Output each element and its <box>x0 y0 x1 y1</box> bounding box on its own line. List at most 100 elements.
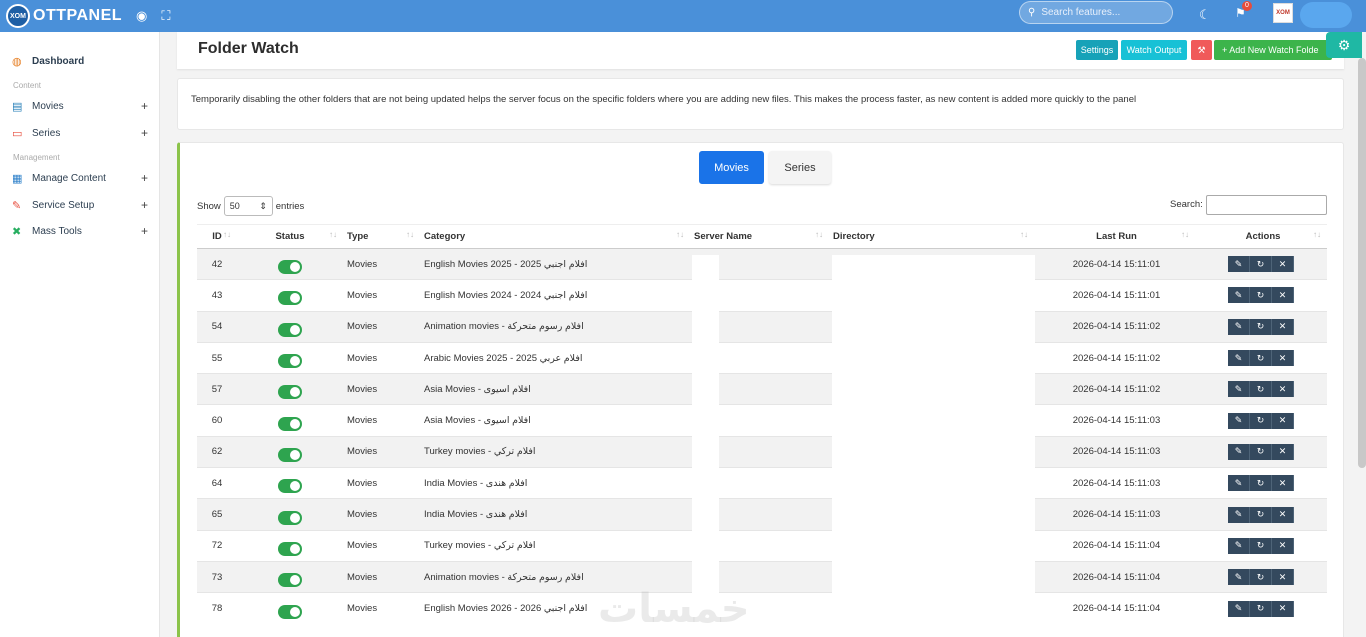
edit-icon[interactable]: ✎ <box>1228 537 1250 554</box>
delete-icon[interactable]: ✕ <box>1272 600 1294 617</box>
delete-icon[interactable]: ✕ <box>1272 475 1294 492</box>
cell-actions: ✎ ↻ ✕ <box>1195 467 1327 499</box>
user-avatar[interactable]: XOM <box>1273 3 1293 23</box>
tab-series[interactable]: Series <box>769 151 831 184</box>
sidebar-item-mass-tools[interactable]: ✖ Mass Tools + <box>0 221 160 241</box>
add-watch-folder-button[interactable]: + Add New Watch Folde <box>1214 40 1332 60</box>
col-category[interactable]: Category ↑↓ <box>420 224 690 249</box>
edit-icon[interactable]: ✎ <box>1228 569 1250 586</box>
cell-type: Movies <box>343 560 420 593</box>
entries-select[interactable]: 50 ⇕ <box>223 196 273 216</box>
sort-icon: ↑↓ <box>1020 230 1028 239</box>
refresh-icon[interactable]: ↻ <box>1250 506 1272 523</box>
expand-icon[interactable]: + <box>141 126 148 140</box>
sort-icon: ↑↓ <box>223 230 231 239</box>
refresh-icon[interactable]: ↻ <box>1250 475 1272 492</box>
watch-output-button[interactable]: Watch Output <box>1121 40 1187 60</box>
expand-icon[interactable]: + <box>141 224 148 238</box>
sidebar-item-movies[interactable]: ▤ Movies + <box>0 96 160 116</box>
refresh-icon[interactable]: ↻ <box>1250 412 1272 429</box>
refresh-icon[interactable]: ↻ <box>1250 287 1272 304</box>
redacted-server-name <box>692 255 719 637</box>
refresh-icon[interactable]: ↻ <box>1250 569 1272 586</box>
delete-icon[interactable]: ✕ <box>1272 318 1294 335</box>
sidebar-item-manage-content[interactable]: ▦ Manage Content + <box>0 168 160 188</box>
sidebar-item-dashboard[interactable]: ◍ Dashboard <box>0 51 160 71</box>
delete-icon[interactable]: ✕ <box>1272 443 1294 460</box>
entries-value: 50 <box>229 201 240 211</box>
edit-icon[interactable]: ✎ <box>1228 381 1250 398</box>
status-toggle[interactable] <box>278 510 302 525</box>
edit-icon[interactable]: ✎ <box>1228 256 1250 273</box>
sort-icon: ↑↓ <box>1181 230 1189 239</box>
refresh-icon[interactable]: ↻ <box>1250 350 1272 367</box>
feature-search[interactable]: ⚲ <box>1019 1 1173 24</box>
table-search-input[interactable] <box>1206 195 1327 215</box>
status-toggle[interactable] <box>278 604 302 619</box>
refresh-icon[interactable]: ↻ <box>1250 318 1272 335</box>
status-toggle[interactable] <box>278 354 302 369</box>
status-toggle[interactable] <box>278 541 302 556</box>
sidebar-item-label: Dashboard <box>32 55 85 67</box>
refresh-icon[interactable]: ↻ <box>1250 600 1272 617</box>
cell-id: 55 <box>197 341 237 374</box>
edit-icon[interactable]: ✎ <box>1228 600 1250 617</box>
edit-icon[interactable]: ✎ <box>1228 475 1250 492</box>
edit-icon[interactable]: ✎ <box>1228 506 1250 523</box>
status-toggle[interactable] <box>278 447 302 462</box>
refresh-icon[interactable]: ↻ <box>1250 381 1272 398</box>
refresh-icon[interactable]: ↻ <box>1250 443 1272 460</box>
cell-category: India Movies - افلام هندى <box>420 498 690 531</box>
tab-movies[interactable]: Movies <box>699 151 764 184</box>
status-toggle[interactable] <box>278 416 302 431</box>
delete-icon[interactable]: ✕ <box>1272 506 1294 523</box>
refresh-icon[interactable]: ↻ <box>1250 537 1272 554</box>
cell-status <box>237 435 343 468</box>
status-toggle[interactable] <box>278 322 302 337</box>
sidebar-item-service-setup[interactable]: ✎ Service Setup + <box>0 195 160 215</box>
refresh-icon[interactable]: ↻ <box>1250 256 1272 273</box>
page-scrollbar[interactable] <box>1358 58 1366 468</box>
user-menu[interactable] <box>1300 2 1352 28</box>
app-logo[interactable]: XOM OTTPANEL <box>6 4 122 28</box>
settings-button[interactable]: Settings <box>1076 40 1118 60</box>
toggle-sidebar-icon[interactable]: ◉ <box>136 8 147 24</box>
cell-status <box>237 467 343 499</box>
edit-icon[interactable]: ✎ <box>1228 350 1250 367</box>
edit-icon[interactable]: ✎ <box>1228 318 1250 335</box>
kill-process-button[interactable]: ⚒ <box>1191 40 1212 60</box>
expand-icon[interactable]: + <box>141 198 148 212</box>
col-id[interactable]: ID ↑↓ <box>197 224 237 249</box>
fullscreen-icon[interactable]: ⛶ <box>161 8 170 24</box>
status-toggle[interactable] <box>278 573 302 588</box>
edit-icon[interactable]: ✎ <box>1228 412 1250 429</box>
col-directory[interactable]: Directory ↑↓ <box>829 224 1034 249</box>
col-server-name[interactable]: Server Name ↑↓ <box>690 224 829 249</box>
delete-icon[interactable]: ✕ <box>1272 569 1294 586</box>
cell-type: Movies <box>343 435 420 468</box>
col-status[interactable]: Status ↑↓ <box>237 224 343 249</box>
cell-id: 42 <box>197 247 237 280</box>
delete-icon[interactable]: ✕ <box>1272 350 1294 367</box>
status-toggle[interactable] <box>278 291 302 306</box>
sidebar-item-series[interactable]: ▭ Series + <box>0 123 160 143</box>
cell-last-run: 2026-04-14 15:11:01 <box>1034 247 1195 280</box>
delete-icon[interactable]: ✕ <box>1272 537 1294 554</box>
delete-icon[interactable]: ✕ <box>1272 381 1294 398</box>
delete-icon[interactable]: ✕ <box>1272 287 1294 304</box>
edit-icon[interactable]: ✎ <box>1228 287 1250 304</box>
delete-icon[interactable]: ✕ <box>1272 412 1294 429</box>
edit-icon[interactable]: ✎ <box>1228 443 1250 460</box>
settings-gear-icon[interactable]: ⚙ <box>1326 32 1362 58</box>
feature-search-input[interactable] <box>1041 7 1162 18</box>
status-toggle[interactable] <box>278 385 302 400</box>
wrench-icon: ✎ <box>12 199 22 212</box>
status-toggle[interactable] <box>278 479 302 494</box>
delete-icon[interactable]: ✕ <box>1272 256 1294 273</box>
col-last-run[interactable]: Last Run ↑↓ <box>1034 224 1195 249</box>
col-type[interactable]: Type ↑↓ <box>343 224 420 249</box>
expand-icon[interactable]: + <box>141 171 148 185</box>
dark-mode-icon[interactable]: ☾ <box>1199 7 1211 23</box>
expand-icon[interactable]: + <box>141 99 148 113</box>
status-toggle[interactable] <box>278 260 302 275</box>
